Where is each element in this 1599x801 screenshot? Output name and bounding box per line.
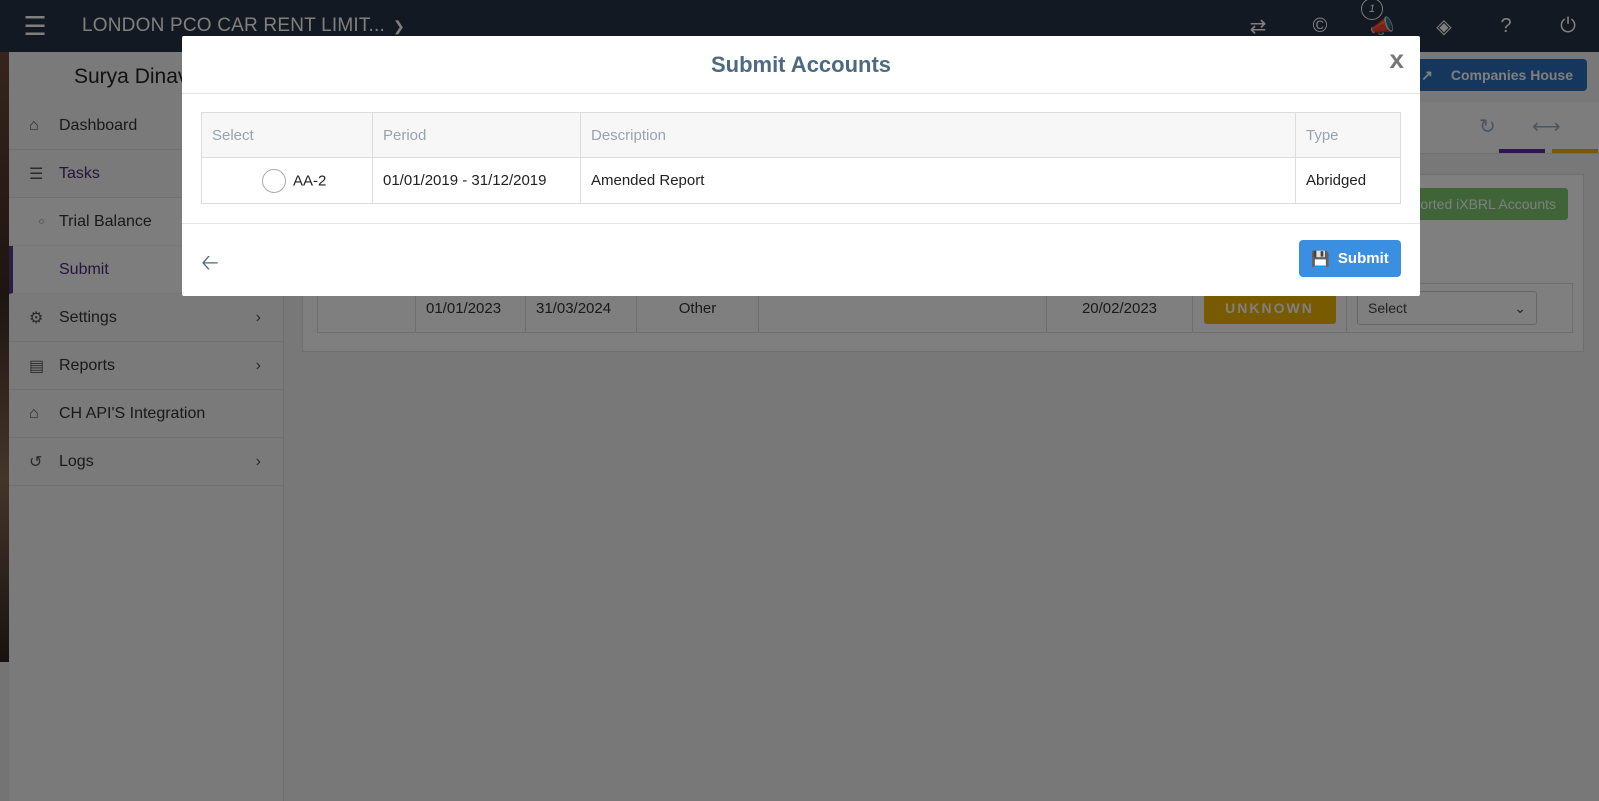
modal-body: Select Period Description Type AA-2 01/0… (182, 94, 1420, 224)
type-cell: Abridged (1295, 157, 1401, 204)
description-cell: Amended Report (580, 157, 1296, 204)
table-row: AA-2 01/01/2019 - 31/12/2019 Amended Rep… (201, 157, 1401, 204)
modal-title: Submit Accounts (710, 51, 892, 77)
save-icon: 💾 (1311, 250, 1330, 268)
column-header-type: Type (1295, 112, 1401, 158)
back-arrow-icon[interactable]: 🡠 (201, 246, 219, 284)
close-icon[interactable]: x (1390, 44, 1404, 75)
select-cell: AA-2 (201, 157, 373, 204)
column-header-select: Select (201, 112, 373, 158)
submit-accounts-modal: Submit Accounts x Select Period Descript… (182, 36, 1420, 296)
submit-label: Submit (1337, 250, 1389, 267)
column-header-period: Period (372, 112, 581, 158)
modal-footer: 🡠 💾 Submit (182, 224, 1420, 296)
modal-header: Submit Accounts x (182, 36, 1420, 94)
accounts-table: Select Period Description Type AA-2 01/0… (201, 112, 1401, 204)
period-cell: 01/01/2019 - 31/12/2019 (372, 157, 581, 204)
account-code: AA-2 (293, 172, 327, 189)
select-radio[interactable] (262, 168, 286, 193)
submit-button[interactable]: 💾 Submit (1299, 240, 1401, 277)
column-header-description: Description (580, 112, 1296, 158)
table-header-row: Select Period Description Type (201, 112, 1401, 158)
